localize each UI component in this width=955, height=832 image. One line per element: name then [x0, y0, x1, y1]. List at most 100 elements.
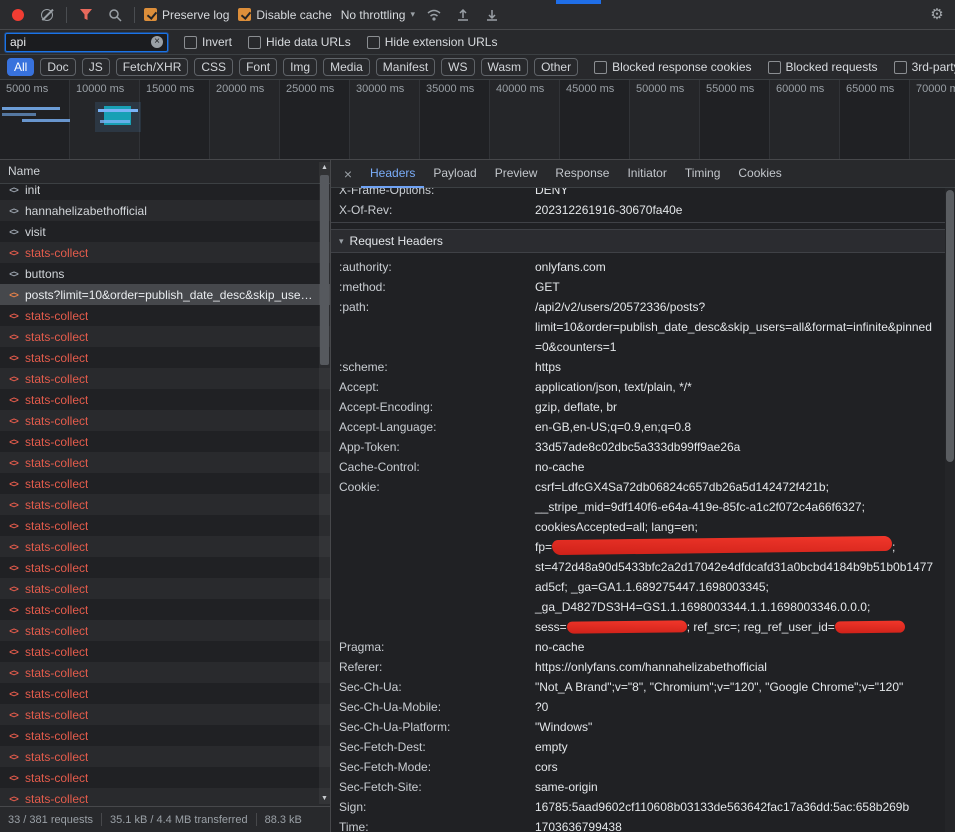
fetch-xhr-icon: <> [7, 332, 20, 342]
blocked-response-cookies-checkbox[interactable] [594, 61, 607, 74]
request-row[interactable]: <>stats-collect [0, 242, 330, 263]
tab-initiator[interactable]: Initiator [618, 160, 675, 188]
header-row: Sec-Ch-Ua:"Not_A Brand";v="8", "Chromium… [331, 677, 955, 697]
request-row[interactable]: <>hannahelizabethofficial [0, 200, 330, 221]
request-row[interactable]: <>stats-collect [0, 641, 330, 662]
filter-chip-other[interactable]: Other [534, 58, 578, 76]
record-button[interactable] [8, 5, 28, 25]
overview-tick-label: 5000 ms [6, 83, 48, 95]
3rd-party-requests-toggle[interactable]: 3rd-party requests [894, 60, 955, 74]
search-button[interactable] [105, 5, 125, 25]
request-row[interactable]: <>stats-collect [0, 557, 330, 578]
filter-chip-font[interactable]: Font [239, 58, 277, 76]
scrollbar-thumb[interactable] [320, 175, 329, 365]
request-row[interactable]: <>stats-collect [0, 578, 330, 599]
filter-button[interactable] [76, 5, 96, 25]
details-scrollbar-thumb[interactable] [946, 190, 954, 462]
tab-payload[interactable]: Payload [424, 160, 485, 188]
filter-chip-css[interactable]: CSS [194, 58, 233, 76]
disable-cache-toggle[interactable]: Disable cache [238, 8, 331, 22]
timeline-overview[interactable]: 5000 ms10000 ms15000 ms20000 ms25000 ms3… [0, 80, 955, 160]
clear-filter-icon[interactable]: × [151, 36, 163, 48]
name-column-header[interactable]: Name [0, 160, 330, 184]
blocked-requests-checkbox[interactable] [768, 61, 781, 74]
invert-toggle[interactable]: Invert [184, 35, 232, 49]
settings-button[interactable]: ⚙ [927, 5, 947, 25]
filter-chip-all[interactable]: All [7, 58, 34, 76]
export-har-button[interactable] [482, 5, 502, 25]
network-conditions-button[interactable] [424, 5, 444, 25]
request-row[interactable]: <>stats-collect [0, 515, 330, 536]
scrollbar-track[interactable] [319, 173, 330, 793]
request-row[interactable]: <>stats-collect [0, 725, 330, 746]
close-details-button[interactable]: × [335, 166, 361, 182]
request-row[interactable]: <>stats-collect [0, 704, 330, 725]
3rd-party-requests-checkbox[interactable] [894, 61, 907, 74]
request-row[interactable]: <>stats-collect [0, 683, 330, 704]
request-row[interactable]: <>stats-collect [0, 746, 330, 767]
tab-headers[interactable]: Headers [361, 160, 424, 188]
request-row[interactable]: <>stats-collect [0, 410, 330, 431]
hide-data-urls-toggle[interactable]: Hide data URLs [248, 35, 351, 49]
filter-chip-doc[interactable]: Doc [40, 58, 75, 76]
header-row: :authority:onlyfans.com [331, 257, 955, 277]
request-row[interactable]: <>stats-collect [0, 473, 330, 494]
request-row[interactable]: <>buttons [0, 263, 330, 284]
request-row[interactable]: <>stats-collect [0, 620, 330, 641]
hide-extension-urls-toggle[interactable]: Hide extension URLs [367, 35, 498, 49]
filter-chip-manifest[interactable]: Manifest [376, 58, 435, 76]
fetch-xhr-icon: <> [7, 248, 20, 258]
disable-cache-checkbox[interactable] [238, 8, 251, 21]
tab-response[interactable]: Response [546, 160, 618, 188]
filter-chip-js[interactable]: JS [82, 58, 110, 76]
request-row[interactable]: <>stats-collect [0, 389, 330, 410]
request-row[interactable]: <>stats-collect [0, 305, 330, 326]
scroll-down-icon[interactable]: ▼ [321, 793, 328, 804]
import-har-button[interactable] [453, 5, 473, 25]
request-row[interactable]: <>init [0, 184, 330, 200]
filter-chip-wasm[interactable]: Wasm [481, 58, 529, 76]
request-row[interactable]: <>stats-collect [0, 326, 330, 347]
header-row: Accept:application/json, text/plain, */* [331, 377, 955, 397]
request-row[interactable]: <>stats-collect [0, 788, 330, 806]
header-row: Accept-Encoding:gzip, deflate, br [331, 397, 955, 417]
hide-data-urls-checkbox[interactable] [248, 36, 261, 49]
header-name: Referer: [339, 657, 535, 677]
request-row[interactable]: <>stats-collect [0, 494, 330, 515]
blocked-requests-toggle[interactable]: Blocked requests [768, 60, 878, 74]
request-row[interactable]: <>stats-collect [0, 347, 330, 368]
throttling-select[interactable]: No throttling ▾ [341, 8, 415, 22]
filter-chip-img[interactable]: Img [283, 58, 317, 76]
headers-list: :authority:onlyfans.com:method:GET:path:… [331, 257, 955, 832]
requests-scrollbar[interactable]: ▲ ▼ [319, 162, 330, 804]
request-row[interactable]: <>stats-collect [0, 599, 330, 620]
request-row[interactable]: <>stats-collect [0, 536, 330, 557]
request-row[interactable]: <>stats-collect [0, 662, 330, 683]
filter-chip-fetch-xhr[interactable]: Fetch/XHR [116, 58, 189, 76]
filter-input[interactable] [10, 35, 151, 49]
request-row[interactable]: <>posts?limit=10&order=publish_date_desc… [0, 284, 330, 305]
tab-preview[interactable]: Preview [486, 160, 547, 188]
request-headers-section[interactable]: ▾ Request Headers [331, 229, 955, 253]
request-name: stats-collect [25, 729, 88, 743]
request-row[interactable]: <>visit [0, 221, 330, 242]
tab-cookies[interactable]: Cookies [729, 160, 790, 188]
tab-timing[interactable]: Timing [676, 160, 730, 188]
3rd-party-requests-label: 3rd-party requests [912, 60, 955, 74]
filter-chip-media[interactable]: Media [323, 58, 370, 76]
preserve-log-toggle[interactable]: Preserve log [144, 8, 229, 22]
request-row[interactable]: <>stats-collect [0, 431, 330, 452]
filter-chip-ws[interactable]: WS [441, 58, 474, 76]
request-row[interactable]: <>stats-collect [0, 452, 330, 473]
preserve-log-checkbox[interactable] [144, 8, 157, 21]
scroll-up-icon[interactable]: ▲ [321, 162, 328, 173]
invert-checkbox[interactable] [184, 36, 197, 49]
request-name: stats-collect [25, 435, 88, 449]
request-row[interactable]: <>stats-collect [0, 368, 330, 389]
blocked-response-cookies-toggle[interactable]: Blocked response cookies [594, 60, 751, 74]
request-row[interactable]: <>stats-collect [0, 767, 330, 788]
clear-log-button[interactable] [37, 5, 57, 25]
details-scrollbar[interactable] [945, 188, 955, 832]
hide-extension-urls-checkbox[interactable] [367, 36, 380, 49]
header-row: :scheme:https [331, 357, 955, 377]
